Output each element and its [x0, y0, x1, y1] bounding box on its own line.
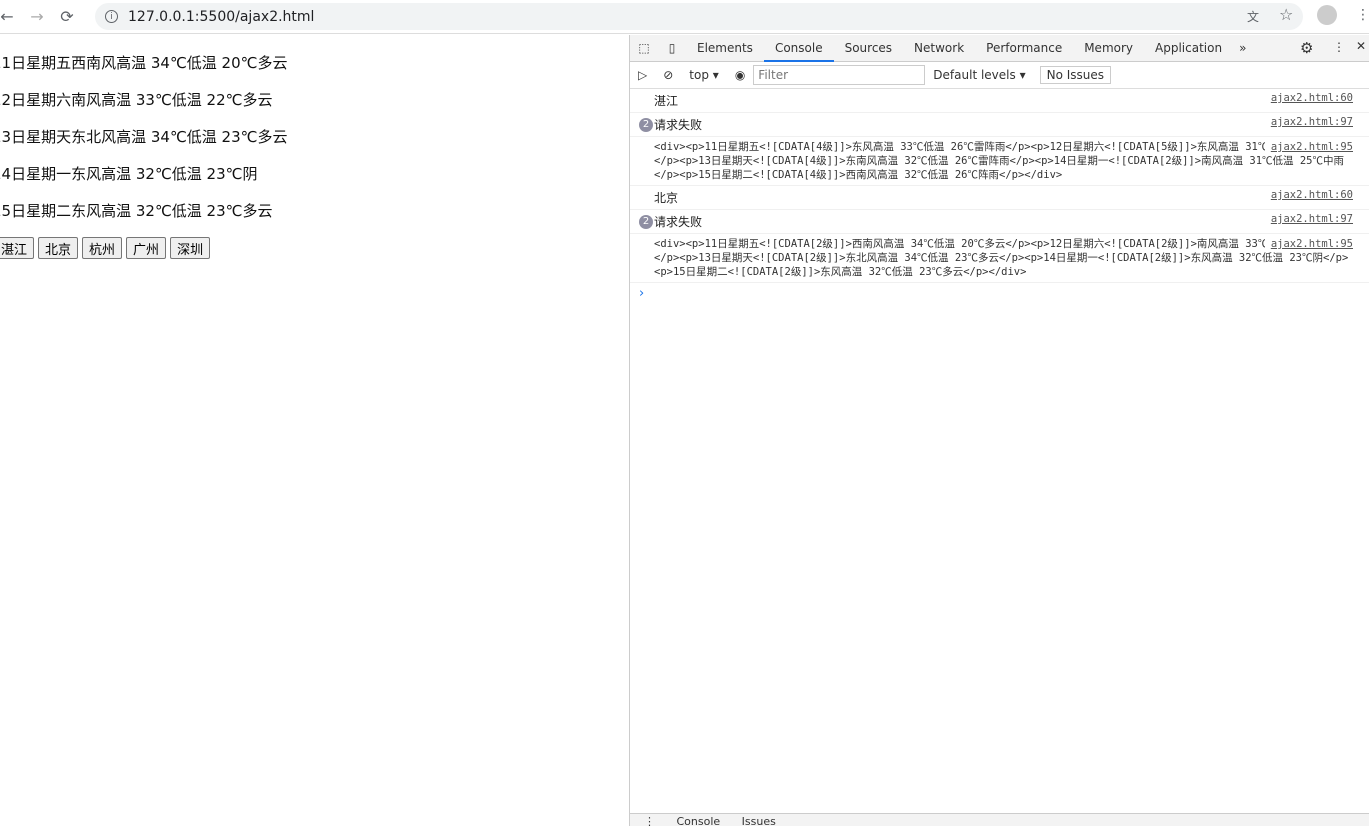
city-button-guangzhou[interactable]: 广州	[126, 237, 167, 259]
translate-icon[interactable]: 文	[1247, 8, 1259, 25]
city-button-shenzhen[interactable]: 深圳	[170, 237, 211, 259]
context-label: top	[689, 68, 709, 82]
message-text: <div><p>11日星期五<![CDATA[4级]]>东风高温 33℃低温 2…	[654, 141, 1345, 181]
tab-memory[interactable]: Memory	[1073, 35, 1144, 62]
source-link[interactable]: ajax2.html:95	[1264, 237, 1353, 251]
weather-line: 14日星期一东风高温 32℃低温 23℃阴	[0, 165, 258, 183]
close-icon[interactable]: ✕	[1356, 39, 1366, 53]
source-link[interactable]: ajax2.html:95	[1264, 140, 1353, 154]
address-bar[interactable]: i 127.0.0.1:5500/ajax2.html	[95, 3, 1303, 30]
console-toolbar: ▷ ⊘ top ▾ ◉ Filter Default levels ▾ No I…	[630, 62, 1369, 89]
devtools-panel: ⬚ ▯ Elements Console Sources Network Per…	[629, 35, 1369, 826]
filter-input[interactable]: Filter	[753, 65, 926, 85]
star-icon[interactable]: ☆	[1279, 5, 1293, 24]
more-tabs-icon[interactable]: »	[1233, 41, 1252, 55]
url-text: 127.0.0.1:5500/ajax2.html	[128, 8, 315, 25]
forward-icon[interactable]: →	[26, 7, 48, 26]
back-icon[interactable]: ←	[0, 7, 18, 26]
more-options-icon[interactable]: ⋮	[1333, 40, 1345, 54]
eye-icon[interactable]: ◉	[735, 68, 745, 82]
bottom-drawer: ⋮ Console Issues	[630, 813, 1369, 826]
console-message: 湛江 ajax2.html:60	[630, 89, 1369, 113]
tab-performance[interactable]: Performance	[975, 35, 1073, 62]
context-select[interactable]: top ▾	[689, 68, 719, 82]
weather-line: 12日星期六南风高温 33℃低温 22℃多云	[0, 91, 273, 109]
settings-icon[interactable]: ⚙	[1300, 39, 1313, 57]
drawer-menu-icon[interactable]: ⋮	[644, 815, 655, 826]
sidebar-toggle-icon[interactable]: ▷	[638, 68, 647, 82]
console-message: 北京 ajax2.html:60	[630, 186, 1369, 210]
message-text: 湛江	[654, 94, 679, 108]
levels-label: Default levels	[933, 68, 1016, 82]
info-icon[interactable]: i	[105, 10, 118, 23]
reload-icon[interactable]: ⟳	[56, 7, 78, 26]
weather-line: 13日星期天东北风高温 34℃低温 23℃多云	[0, 128, 288, 146]
levels-select[interactable]: Default levels ▾	[933, 68, 1025, 82]
drawer-tab-console[interactable]: Console	[677, 815, 721, 826]
message-text: 北京	[654, 191, 679, 205]
tab-elements[interactable]: Elements	[686, 35, 764, 62]
drawer-tab-issues[interactable]: Issues	[742, 815, 776, 826]
browser-toolbar: ← → ⟳ i 127.0.0.1:5500/ajax2.html 文 ☆ ⋮	[0, 0, 1369, 34]
inspect-icon[interactable]: ⬚	[630, 41, 658, 55]
console-prompt[interactable]: ›	[630, 283, 1369, 304]
city-button-hangzhou[interactable]: 杭州	[82, 237, 123, 259]
menu-icon[interactable]: ⋮	[1356, 7, 1369, 23]
message-text: 请求失败	[654, 118, 703, 132]
repeat-count-badge: 2	[639, 215, 653, 229]
profile-icon[interactable]	[1317, 5, 1337, 25]
repeat-count-badge: 2	[639, 118, 653, 132]
weather-line: 15日星期二东风高温 32℃低温 23℃多云	[0, 202, 273, 220]
console-messages: 湛江 ajax2.html:60 2 请求失败 ajax2.html:97 <div>…	[630, 89, 1369, 304]
console-message: <div><p>11日星期五<![CDATA[4级]]>东风高温 33℃低温 2…	[630, 137, 1369, 186]
tab-application[interactable]: Application	[1144, 35, 1233, 62]
devtools-tabs: ⬚ ▯ Elements Console Sources Network Per…	[630, 35, 1369, 62]
tab-sources[interactable]: Sources	[834, 35, 903, 62]
weather-line: 11日星期五西南风高温 34℃低温 20℃多云	[0, 54, 288, 72]
message-text: <div><p>11日星期五<![CDATA[2级]]>西南风高温 34℃低温 …	[654, 238, 1349, 278]
source-link[interactable]: ajax2.html:97	[1264, 116, 1353, 128]
device-icon[interactable]: ▯	[658, 41, 686, 55]
city-button-zhanjiang[interactable]: 湛江	[0, 237, 35, 259]
console-message: <div><p>11日星期五<![CDATA[2级]]>西南风高温 34℃低温 …	[630, 234, 1369, 283]
source-link[interactable]: ajax2.html:60	[1264, 189, 1353, 201]
source-link[interactable]: ajax2.html:97	[1264, 213, 1353, 225]
clear-console-icon[interactable]: ⊘	[663, 68, 673, 82]
city-button-beijing[interactable]: 北京	[38, 237, 79, 259]
tab-console[interactable]: Console	[763, 35, 834, 62]
page-content: 11日星期五西南风高温 34℃低温 20℃多云 12日星期六南风高温 33℃低温…	[0, 35, 629, 826]
issues-button[interactable]: No Issues	[1039, 66, 1112, 84]
message-text: 请求失败	[654, 215, 703, 229]
tab-network[interactable]: Network	[903, 35, 975, 62]
source-link[interactable]: ajax2.html:60	[1264, 92, 1353, 104]
console-message: 2 请求失败 ajax2.html:97	[630, 210, 1369, 234]
console-message: 2 请求失败 ajax2.html:97	[630, 113, 1369, 137]
